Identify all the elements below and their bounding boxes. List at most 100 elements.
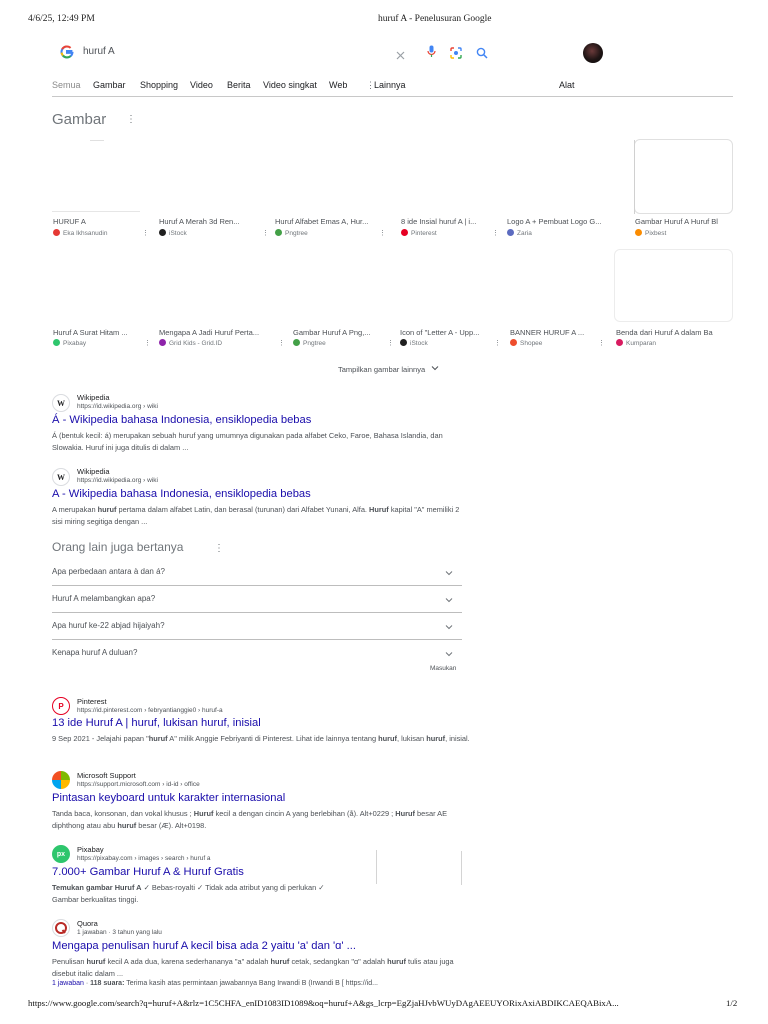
paa-question[interactable]: Apa huruf ke-22 abjad hijaiyah?: [52, 621, 462, 630]
google-lens-icon[interactable]: [450, 46, 462, 59]
image-thumbnail[interactable]: [634, 139, 733, 214]
search-input[interactable]: huruf A: [83, 46, 115, 57]
images-menu-icon[interactable]: ⋮: [126, 114, 136, 125]
result-title-link[interactable]: Pintasan keyboard untuk karakter interna…: [52, 792, 285, 804]
source-icon: [400, 339, 407, 346]
image-caption[interactable]: Logo A + Pembuat Logo G...: [507, 217, 623, 226]
tab-video[interactable]: Video: [190, 80, 213, 90]
tab-semua[interactable]: Semua: [52, 80, 81, 90]
pinterest-favicon-icon: P: [52, 697, 70, 715]
wikipedia-favicon-icon: W: [52, 468, 70, 486]
paa-question[interactable]: Kenapa huruf A duluan?: [52, 648, 462, 657]
image-more-icon[interactable]: ⋮: [144, 339, 151, 347]
result-title-link[interactable]: 13 ide Huruf A | huruf, lukisan huruf, i…: [52, 717, 261, 729]
image-more-icon[interactable]: ⋮: [379, 229, 386, 237]
source-icon: [275, 229, 282, 236]
result-site-name: Pixabay: [77, 845, 104, 854]
print-footer-url: https://www.google.com/search?q=huruf+A&…: [28, 998, 619, 1008]
image-caption[interactable]: Huruf A Surat Hitam ...: [53, 328, 151, 337]
image-caption[interactable]: BANNER HURUF A ...: [510, 328, 606, 337]
chevron-down-icon[interactable]: [444, 568, 454, 578]
image-source: Shopee: [510, 339, 542, 347]
tab-lainnya[interactable]: Lainnya: [374, 80, 406, 90]
image-source: Pngtree: [275, 229, 308, 237]
chevron-down-icon[interactable]: [444, 622, 454, 632]
result-url[interactable]: https://support.microsoft.com › id-id › …: [77, 781, 200, 788]
print-page-number: 1/2: [726, 998, 738, 1008]
tab-gambar[interactable]: Gambar: [93, 80, 126, 90]
source-icon: [507, 229, 514, 236]
result-url[interactable]: https://pixabay.com › images › search › …: [77, 855, 211, 862]
show-more-images-label: Tampilkan gambar lainnya: [338, 365, 426, 374]
tab-web[interactable]: Web: [329, 80, 347, 90]
image-caption[interactable]: HURUF A: [53, 217, 151, 226]
image-more-icon[interactable]: ⋮: [278, 339, 285, 347]
image-more-icon[interactable]: ⋮: [494, 339, 501, 347]
image-caption[interactable]: 8 ide Insial huruf A | i...: [401, 217, 497, 226]
image-caption[interactable]: Icon of "Letter A - Upp...: [400, 328, 500, 337]
image-source: Grid Kids - Grid.ID: [159, 339, 222, 347]
source-icon: [159, 339, 166, 346]
image-more-icon[interactable]: ⋮: [492, 229, 499, 237]
result-title-link[interactable]: Á - Wikipedia bahasa Indonesia, ensiklop…: [52, 414, 311, 426]
print-datetime: 4/6/25, 12:49 PM: [28, 14, 95, 24]
result-title-link[interactable]: Mengapa penulisan huruf A kecil bisa ada…: [52, 940, 356, 952]
image-source: Zaria: [507, 229, 532, 237]
result-snippet: Penulisan huruf kecil A ada dua, karena …: [52, 957, 454, 978]
image-caption[interactable]: Gambar Huruf A Png,...: [293, 328, 393, 337]
show-more-images-button[interactable]: Tampilkan gambar lainnya: [338, 365, 439, 374]
source-icon: [53, 229, 60, 236]
source-icon: [616, 339, 623, 346]
paa-question[interactable]: Apa perbedaan antara à dan á?: [52, 567, 462, 576]
image-thumbnail[interactable]: [614, 249, 733, 322]
microphone-icon[interactable]: [427, 45, 436, 58]
result-url[interactable]: https://id.wikipedia.org › wiki: [77, 477, 158, 484]
chevron-down-icon[interactable]: [444, 649, 454, 659]
result-url[interactable]: https://id.pinterest.com › febryantiangg…: [77, 707, 223, 714]
source-icon: [635, 229, 642, 236]
result-site-name: Wikipedia: [77, 393, 110, 402]
source-icon: [510, 339, 517, 346]
chevron-down-icon[interactable]: [444, 595, 454, 605]
image-more-icon[interactable]: ⋮: [142, 229, 149, 237]
image-caption[interactable]: Gambar Huruf A Huruf Bl: [635, 217, 733, 226]
paa-menu-icon[interactable]: ⋮: [214, 543, 224, 554]
result-url[interactable]: https://id.wikipedia.org › wiki: [77, 403, 158, 410]
avatar[interactable]: [583, 43, 603, 63]
tab-berita[interactable]: Berita: [227, 80, 251, 90]
image-caption[interactable]: Benda dari Huruf A dalam Ba: [616, 328, 733, 337]
result-title-link[interactable]: 7.000+ Gambar Huruf A & Huruf Gratis: [52, 866, 244, 878]
image-placeholder-line: [90, 140, 104, 141]
image-source: Pinterest: [401, 229, 437, 237]
result-snippet: 9 Sep 2021 - Jelajahi papan "huruf A" mi…: [52, 734, 470, 743]
tools-button[interactable]: Alat: [559, 80, 575, 90]
image-source: iStock: [400, 339, 428, 347]
search-icon[interactable]: [476, 46, 488, 59]
feedback-link[interactable]: Masukan: [430, 665, 456, 672]
image-caption[interactable]: Mengapa A Jadi Huruf Perta...: [159, 328, 283, 337]
image-source: Pixbest: [635, 229, 666, 237]
result-site-name: Microsoft Support: [77, 771, 136, 780]
image-more-icon[interactable]: ⋮: [387, 339, 394, 347]
tab-video-singkat[interactable]: Video singkat: [263, 80, 317, 90]
image-more-icon[interactable]: ⋮: [598, 339, 605, 347]
image-caption[interactable]: Huruf A Merah 3d Ren...: [159, 217, 259, 226]
tab-shopping[interactable]: Shopping: [140, 80, 178, 90]
source-icon: [293, 339, 300, 346]
image-divider: [634, 140, 635, 214]
microsoft-favicon-icon: [52, 771, 70, 789]
image-source: Pngtree: [293, 339, 326, 347]
image-caption[interactable]: Huruf Alfabet Emas A, Hur...: [275, 217, 391, 226]
paa-divider: [52, 585, 462, 586]
source-icon: [159, 229, 166, 236]
clear-icon[interactable]: [396, 47, 405, 60]
result-title-link[interactable]: A - Wikipedia bahasa Indonesia, ensiklop…: [52, 488, 311, 500]
image-more-icon[interactable]: ⋮: [262, 229, 269, 237]
paa-question[interactable]: Huruf A melambangkan apa?: [52, 594, 462, 603]
result-site-name: Wikipedia: [77, 467, 110, 476]
result-snippet: Á (bentuk kecil: á) merupakan sebuah hur…: [52, 431, 443, 452]
thumbnail-edge: [461, 851, 462, 885]
quora-answers-link[interactable]: 1 jawaban: [52, 980, 84, 987]
google-logo-icon[interactable]: [60, 45, 74, 59]
chevron-down-icon: [431, 366, 439, 371]
